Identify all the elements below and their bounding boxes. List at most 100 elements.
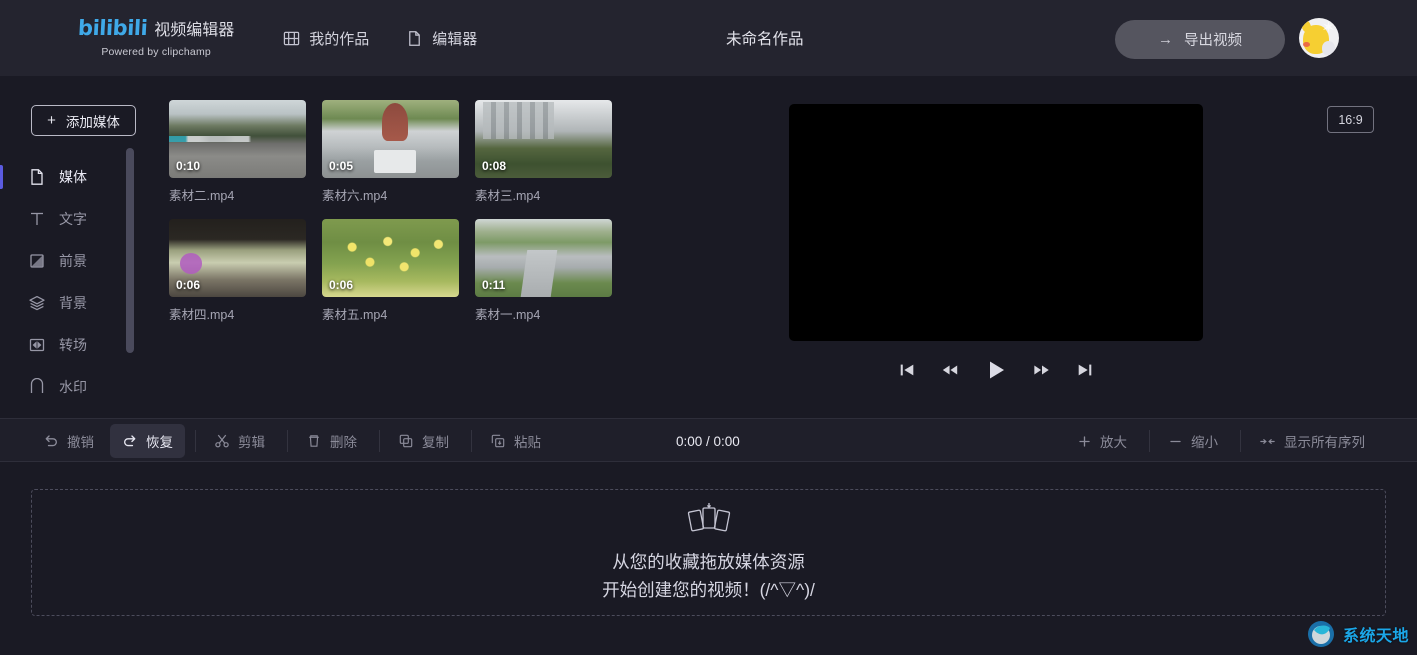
undo-label: 撤销 bbox=[67, 435, 94, 450]
nav-my-works-label: 我的作品 bbox=[309, 30, 370, 48]
avatar-cheek bbox=[1303, 42, 1310, 47]
media-filename: 素材一.mp4 bbox=[475, 308, 541, 322]
export-video-label: 导出视频 bbox=[1184, 33, 1242, 49]
player-controls bbox=[898, 357, 1094, 383]
media-thumbnail[interactable]: 0:06 bbox=[169, 219, 306, 297]
toolbar-left-group: 撤销 恢复 剪辑 删除 复制 粘贴 bbox=[31, 419, 557, 463]
zoom-out-label: 缩小 bbox=[1191, 435, 1218, 450]
video-preview-canvas[interactable] bbox=[789, 104, 1203, 341]
copy-icon bbox=[398, 433, 414, 449]
star-icon: ✶ bbox=[1321, 18, 1336, 37]
rail-item-list: 媒体 文字 前景 背景 转场 水印 bbox=[0, 156, 122, 408]
rewind-icon[interactable] bbox=[940, 361, 960, 379]
add-media-button[interactable]: + 添加媒体 bbox=[31, 105, 136, 136]
media-filename: 素材二.mp4 bbox=[169, 189, 235, 203]
undo-button[interactable]: 撤销 bbox=[31, 424, 106, 458]
media-card[interactable]: 0:11 素材一.mp4 bbox=[475, 219, 612, 323]
plus-icon: + bbox=[47, 112, 56, 129]
video-editor-app: bilibili 视频编辑器 Powered by clipchamp 我的作品 bbox=[0, 0, 1417, 655]
site-watermark: 系统天地 bbox=[1306, 619, 1409, 649]
document-title[interactable]: 未命名作品 bbox=[726, 0, 804, 76]
media-thumbnail[interactable]: 0:06 bbox=[322, 219, 459, 297]
app-name-label: 视频编辑器 bbox=[154, 22, 235, 39]
media-thumbnail[interactable]: 0:10 bbox=[169, 100, 306, 178]
sidebar-item-text[interactable]: 文字 bbox=[0, 198, 122, 240]
media-thumbnail[interactable]: 0:11 bbox=[475, 219, 612, 297]
trash-icon bbox=[306, 433, 322, 449]
media-card[interactable]: 0:05 素材六.mp4 bbox=[322, 100, 459, 204]
export-video-button[interactable]: → 导出视频 bbox=[1115, 20, 1285, 59]
sidebar-item-foreground[interactable]: 前景 bbox=[0, 240, 122, 282]
powered-by-label: Powered by clipchamp bbox=[101, 46, 211, 58]
aspect-ratio-button[interactable]: 16:9 bbox=[1327, 106, 1374, 133]
redo-button[interactable]: 恢复 bbox=[110, 424, 185, 458]
paste-label: 粘贴 bbox=[514, 435, 541, 450]
play-icon[interactable] bbox=[984, 358, 1008, 382]
media-duration-badge: 0:08 bbox=[482, 159, 507, 173]
media-filename: 素材三.mp4 bbox=[475, 189, 541, 203]
avatar[interactable]: ✶ bbox=[1299, 18, 1339, 58]
redo-label: 恢复 bbox=[146, 435, 173, 450]
watermark-icon bbox=[28, 377, 46, 396]
media-row: 0:10 素材二.mp4 0:05 素材六.mp4 0:08 素材三.mp4 bbox=[169, 100, 729, 204]
media-card[interactable]: 0:10 素材二.mp4 bbox=[169, 100, 306, 204]
toolbar-right-group: 放大 缩小 显示所有序列 bbox=[1065, 419, 1381, 463]
trim-label: 剪辑 bbox=[238, 435, 265, 450]
fit-to-screen-icon bbox=[1259, 434, 1276, 449]
zoom-in-icon bbox=[1077, 434, 1092, 449]
media-card[interactable]: 0:06 素材四.mp4 bbox=[169, 219, 306, 323]
scissors-icon bbox=[214, 433, 230, 449]
document-icon bbox=[406, 30, 423, 47]
media-cards-icon bbox=[687, 502, 731, 534]
timecode-display: 0:00 / 0:00 bbox=[676, 433, 740, 449]
skip-to-end-icon[interactable] bbox=[1076, 361, 1094, 379]
fit-to-screen-button[interactable]: 显示所有序列 bbox=[1247, 424, 1377, 458]
paste-icon bbox=[490, 433, 506, 449]
trim-button[interactable]: 剪辑 bbox=[202, 424, 277, 458]
media-duration-badge: 0:06 bbox=[329, 278, 354, 292]
arrow-right-icon: → bbox=[1158, 31, 1173, 48]
delete-label: 删除 bbox=[330, 435, 357, 450]
fast-forward-icon[interactable] bbox=[1032, 361, 1052, 379]
paste-button[interactable]: 粘贴 bbox=[478, 424, 553, 458]
sidebar-item-background[interactable]: 背景 bbox=[0, 282, 122, 324]
toolbar-divider bbox=[379, 430, 380, 452]
media-filename: 素材五.mp4 bbox=[322, 308, 388, 322]
transition-icon bbox=[28, 336, 46, 354]
sidebar-item-background-label: 背景 bbox=[59, 295, 87, 311]
media-filename: 素材六.mp4 bbox=[322, 189, 388, 203]
app-header: bilibili 视频编辑器 Powered by clipchamp 我的作品 bbox=[0, 0, 1417, 76]
media-library-grid: 0:10 素材二.mp4 0:05 素材六.mp4 0:08 素材三.mp4 0… bbox=[169, 100, 729, 338]
left-rail: + 添加媒体 媒体 文字 前景 背景 转场 水印 bbox=[0, 76, 136, 395]
media-panel-scrollbar[interactable] bbox=[126, 148, 134, 353]
sidebar-item-watermark[interactable]: 水印 bbox=[0, 366, 122, 408]
media-card[interactable]: 0:08 素材三.mp4 bbox=[475, 100, 612, 204]
undo-icon bbox=[43, 433, 59, 449]
film-strip-icon bbox=[283, 30, 300, 47]
nav-editor[interactable]: 编辑器 bbox=[406, 28, 477, 49]
avatar-arm bbox=[1322, 41, 1335, 55]
skip-to-start-icon[interactable] bbox=[898, 361, 916, 379]
drop-zone-line1: 从您的收藏拖放媒体资源 bbox=[612, 551, 805, 572]
nav-my-works[interactable]: 我的作品 bbox=[283, 28, 369, 49]
media-thumbnail[interactable]: 0:05 bbox=[322, 100, 459, 178]
document-icon bbox=[28, 168, 46, 186]
zoom-in-button[interactable]: 放大 bbox=[1065, 424, 1139, 458]
timeline-panel: 从您的收藏拖放媒体资源 开始创建您的视频！(/^▽^)/ 系统天地 bbox=[0, 462, 1417, 655]
media-card[interactable]: 0:06 素材五.mp4 bbox=[322, 219, 459, 323]
layers-icon bbox=[28, 294, 46, 312]
sidebar-item-transition[interactable]: 转场 bbox=[0, 324, 122, 366]
toolbar-divider bbox=[471, 430, 472, 452]
fit-to-screen-label: 显示所有序列 bbox=[1284, 435, 1365, 450]
delete-button[interactable]: 删除 bbox=[294, 424, 369, 458]
media-duration-badge: 0:05 bbox=[329, 159, 354, 173]
zoom-out-button[interactable]: 缩小 bbox=[1156, 424, 1230, 458]
zoom-in-label: 放大 bbox=[1100, 435, 1127, 450]
timeline-drop-zone[interactable]: 从您的收藏拖放媒体资源 开始创建您的视频！(/^▽^)/ bbox=[31, 489, 1386, 616]
sidebar-item-watermark-label: 水印 bbox=[59, 379, 87, 395]
sidebar-item-media[interactable]: 媒体 bbox=[0, 156, 122, 198]
media-thumbnail[interactable]: 0:08 bbox=[475, 100, 612, 178]
media-row: 0:06 素材四.mp4 0:06 素材五.mp4 0:11 素材一.mp4 bbox=[169, 219, 729, 323]
copy-button[interactable]: 复制 bbox=[386, 424, 461, 458]
sidebar-item-foreground-label: 前景 bbox=[59, 253, 87, 269]
